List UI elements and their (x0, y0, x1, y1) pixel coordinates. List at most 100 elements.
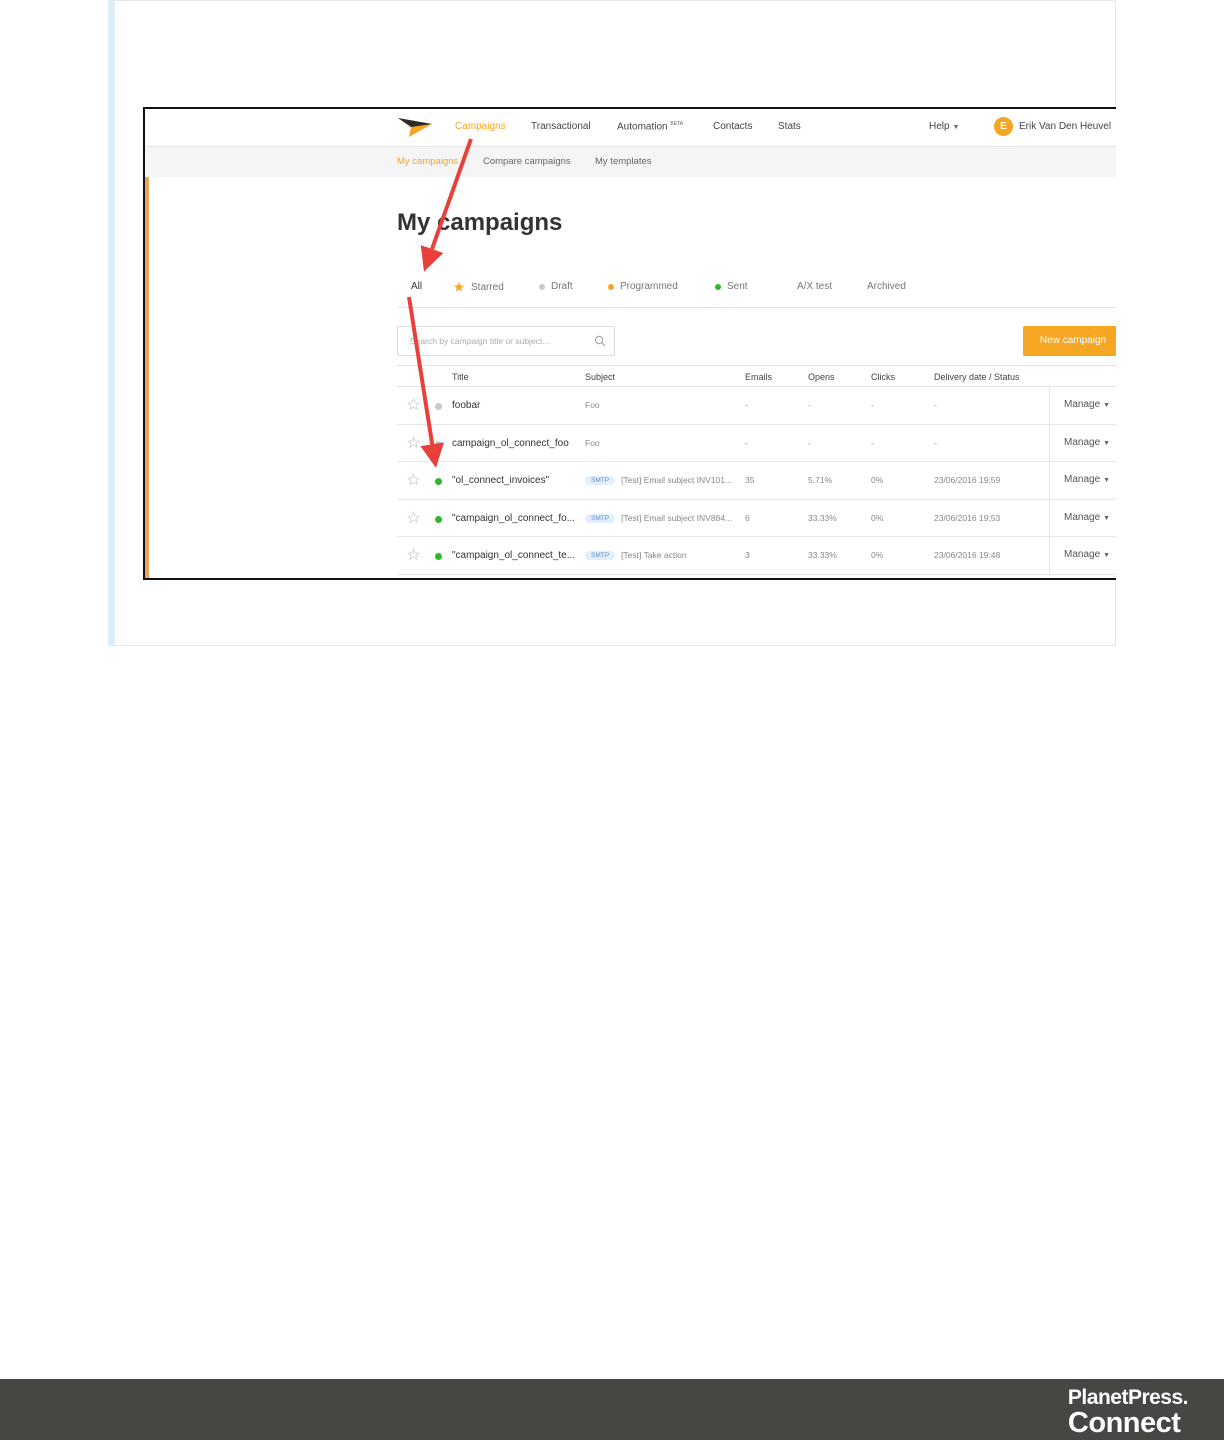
search-icon[interactable] (594, 335, 606, 347)
campaign-subject: SMTP [Test] Email subject INV101... (585, 475, 737, 485)
column-opens[interactable]: Opens (808, 372, 835, 382)
cell-date: - (934, 400, 937, 410)
avatar[interactable]: E (994, 117, 1013, 136)
subject-text: [Test] Email subject INV101... (621, 475, 733, 485)
star-icon[interactable] (407, 548, 420, 561)
campaign-subject: Foo (585, 400, 737, 410)
filter-sent[interactable]: Sent (715, 281, 748, 292)
subnav-my-templates[interactable]: My templates (595, 156, 652, 167)
chevron-down-icon: ▼ (1103, 477, 1111, 484)
filter-starred[interactable]: Starred (453, 281, 504, 293)
beta-badge: BETA (670, 121, 684, 127)
cell-emails: - (745, 437, 748, 448)
planetpress-connect-logo: PlanetPress. Connect (1067, 1387, 1189, 1439)
cell-clicks: - (871, 400, 874, 410)
campaign-title[interactable]: "campaign_ol_connect_fo... (452, 513, 580, 524)
manage-label: Manage (1064, 474, 1101, 485)
filter-draft[interactable]: Draft (539, 281, 573, 292)
search-box (397, 326, 615, 356)
status-dot-icon (435, 403, 442, 410)
star-icon[interactable] (407, 510, 420, 524)
cell-opens: 33.33% (808, 550, 837, 560)
subject-text: Foo (585, 400, 600, 410)
cell-date: 23/06/2016 19:59 (934, 475, 1001, 485)
cell-clicks: 0% (871, 512, 884, 523)
sub-navigation: My campaigns Compare campaigns My templa… (145, 147, 1116, 177)
status-dot-icon (435, 515, 442, 523)
cell-opens: 5.71% (808, 475, 833, 485)
manage-column: Manage ▼ (1049, 387, 1116, 424)
campaign-subject: Foo (585, 438, 737, 448)
nav-transactional[interactable]: Transactional (531, 121, 591, 132)
nav-stats[interactable]: Stats (778, 121, 801, 132)
star-icon[interactable] (407, 435, 420, 449)
campaign-title[interactable]: "ol_connect_invoices" (452, 475, 580, 486)
cell-emails: - (745, 400, 748, 410)
nav-automation-label: Automation (617, 121, 668, 133)
column-emails[interactable]: Emails (745, 372, 772, 382)
manage-dropdown[interactable]: Manage ▼ (1064, 549, 1110, 560)
column-clicks[interactable]: Clicks (871, 372, 895, 382)
column-subject[interactable]: Subject (585, 372, 615, 382)
filter-archived-label: Archived (867, 281, 906, 292)
help-label: Help (929, 121, 950, 132)
manage-dropdown[interactable]: Manage ▼ (1064, 437, 1110, 448)
filter-archived[interactable]: Archived (867, 281, 906, 292)
table-row[interactable]: foobar Foo - - - - Manage ▼ (397, 387, 1116, 425)
new-campaign-button[interactable]: New campaign (1023, 326, 1116, 356)
campaign-subject: SMTP [Test] Take action (585, 550, 737, 560)
cell-clicks: 0% (871, 550, 884, 560)
column-delivery[interactable]: Delivery date / Status (934, 372, 1020, 382)
campaign-title[interactable]: foobar (452, 400, 580, 411)
star-icon[interactable] (407, 473, 420, 486)
nav-automation[interactable]: Automation BETA (617, 121, 683, 132)
column-title[interactable]: Title (452, 372, 469, 382)
manage-label: Manage (1064, 399, 1101, 410)
filter-starred-label: Starred (471, 281, 504, 293)
manage-label: Manage (1064, 549, 1101, 560)
cell-opens: - (808, 437, 811, 448)
table-row[interactable]: "ol_connect_invoices" SMTP [Test] Email su… (397, 462, 1116, 500)
subnav-compare-campaigns[interactable]: Compare campaigns (483, 156, 571, 167)
screenshot-frame: Campaigns Transactional Automation BETA … (143, 107, 1116, 580)
filter-tabs: All Starred Draft Programmed Sent A/X te… (397, 272, 1116, 308)
search-input[interactable] (398, 327, 588, 355)
table-row[interactable]: campaign_ol_connect_foo Foo - - - - Manage ▼ (397, 424, 1116, 462)
chevron-down-icon: ▼ (1103, 439, 1111, 447)
nav-campaigns[interactable]: Campaigns (455, 121, 506, 132)
campaign-title[interactable]: "campaign_ol_connect_te... (452, 550, 580, 561)
star-icon[interactable] (407, 398, 420, 411)
draft-dot-icon (539, 283, 545, 290)
filter-all[interactable]: All (411, 281, 422, 292)
table-body: foobar Foo - - - - Manage ▼ campaign_ol_connect_… (397, 387, 1116, 575)
manage-label: Manage (1064, 436, 1101, 448)
subnav-my-campaigns[interactable]: My campaigns (397, 156, 458, 167)
filter-ax-test-label: A/X test (797, 281, 833, 292)
campaign-title[interactable]: campaign_ol_connect_foo (452, 438, 580, 449)
page-title: My campaigns (397, 209, 563, 236)
table-row[interactable]: "campaign_ol_connect_te... SMTP [Test] Tak… (397, 537, 1116, 575)
nav-contacts[interactable]: Contacts (713, 121, 752, 132)
brand-line-2: Connect (1067, 1407, 1181, 1439)
table-row[interactable]: "campaign_ol_connect_fo... SMTP [Test] Ema… (397, 499, 1116, 537)
top-navigation: Campaigns Transactional Automation BETA … (145, 109, 1116, 147)
manage-column: Manage ▼ (1049, 462, 1116, 499)
manage-dropdown[interactable]: Manage ▼ (1064, 474, 1110, 485)
cell-clicks: 0% (871, 475, 884, 485)
cell-date: - (934, 437, 937, 448)
chevron-down-icon: ▼ (1103, 402, 1111, 409)
frame-accent (145, 109, 149, 578)
campaign-subject: SMTP [Test] Email subject INV884... (585, 513, 737, 523)
filter-programmed[interactable]: Programmed (608, 281, 678, 292)
cell-emails: 6 (745, 512, 750, 523)
filter-sent-label: Sent (727, 281, 748, 292)
help-menu[interactable]: Help ▼ (929, 121, 960, 132)
app-logo-icon[interactable] (397, 115, 433, 139)
subject-text: [Test] Email subject INV884... (621, 512, 733, 523)
manage-dropdown[interactable]: Manage ▼ (1064, 512, 1110, 523)
manage-column: Manage ▼ (1049, 537, 1116, 574)
filter-ax-test[interactable]: A/X test (797, 281, 832, 292)
user-name[interactable]: Erik Van Den Heuvel (1019, 121, 1111, 132)
manage-column: Manage ▼ (1049, 424, 1116, 461)
manage-dropdown[interactable]: Manage ▼ (1064, 399, 1110, 410)
